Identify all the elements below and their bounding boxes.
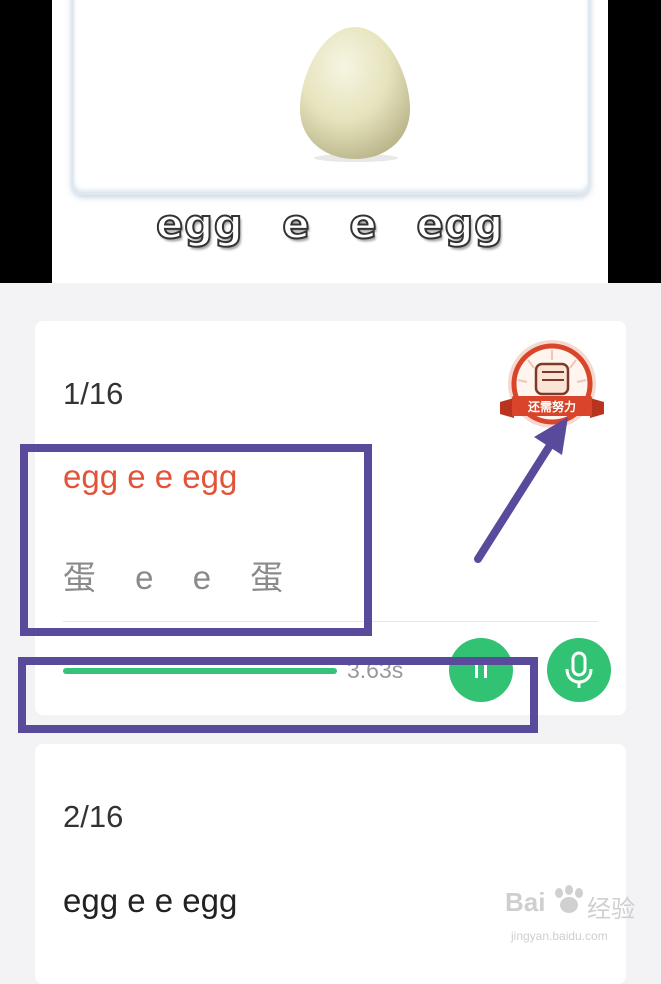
watermark-brand-cn: 经验 bbox=[587, 896, 635, 923]
watermark-url: jingyan.baidu.com bbox=[511, 929, 608, 943]
annotation-arrow bbox=[474, 417, 568, 563]
paw-icon bbox=[555, 885, 583, 913]
sentence-english: egg e e egg bbox=[63, 882, 238, 919]
lesson-media: egg e e egg bbox=[0, 0, 661, 283]
microphone-icon bbox=[565, 651, 593, 688]
sentence-card-2: 2/16 egg e e egg bbox=[35, 744, 626, 984]
card-counter: 2/16 bbox=[63, 799, 124, 834]
badge-label: 还需努力 bbox=[527, 399, 576, 414]
card-counter: 1/16 bbox=[63, 376, 124, 411]
annotation-box-progress bbox=[18, 657, 538, 733]
record-button[interactable] bbox=[547, 638, 611, 702]
picture-frame bbox=[71, 0, 591, 195]
media-canvas: egg e e egg bbox=[52, 0, 608, 283]
media-caption: egg e e egg bbox=[155, 201, 504, 249]
egg-illustration bbox=[300, 27, 410, 162]
watermark-brand: Bai bbox=[505, 887, 546, 917]
annotation-box-sentence bbox=[20, 444, 372, 636]
